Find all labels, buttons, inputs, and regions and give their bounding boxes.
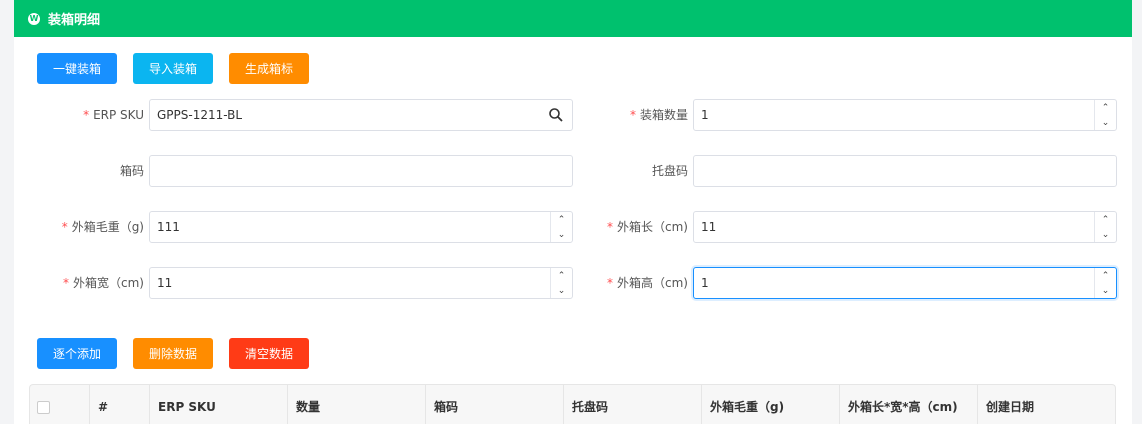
length-label: * 外箱长（cm) [607, 220, 688, 234]
gross-weight-stepper[interactable]: ⌃ ⌄ [550, 212, 572, 242]
one-click-pack-button[interactable]: 一键装箱 [37, 53, 117, 84]
col-erp-sku: ERP SKU [150, 385, 288, 424]
chevron-down-icon[interactable]: ⌄ [551, 227, 572, 242]
height-input[interactable] [694, 268, 1086, 298]
clear-data-button[interactable]: 清空数据 [229, 338, 309, 369]
chevron-down-icon[interactable]: ⌄ [1095, 283, 1116, 298]
required-mark: * [61, 220, 68, 234]
pallet-code-input[interactable] [694, 156, 1086, 186]
qty-stepper[interactable]: ⌃ ⌄ [1094, 100, 1116, 130]
chevron-down-icon[interactable]: ⌄ [1095, 227, 1116, 242]
import-pack-button[interactable]: 导入装箱 [133, 53, 213, 84]
height-label: * 外箱高（cm) [607, 276, 688, 290]
required-mark: * [63, 276, 70, 290]
gross-weight-field[interactable]: ⌃⌄ [149, 211, 573, 243]
chevron-up-icon[interactable]: ⌃ [551, 212, 572, 227]
chevron-down-icon[interactable]: ⌄ [1095, 115, 1116, 130]
packing-table: # ERP SKU 数量 箱码 托盘码 外箱毛重（g) 外箱长*宽*高（cm) … [29, 384, 1116, 424]
logo-icon: W [28, 12, 40, 25]
gross-weight-input[interactable] [150, 212, 542, 242]
width-field[interactable]: ⌃⌄ [149, 267, 573, 299]
chevron-up-icon[interactable]: ⌃ [1095, 100, 1116, 115]
required-mark: * [629, 108, 636, 122]
packing-panel: W 装箱明细 一键装箱 导入装箱 生成箱标 *ERP SKU *装箱数量 ⌃⌄ … [14, 0, 1132, 424]
col-index: # [90, 385, 150, 424]
search-icon[interactable] [548, 107, 564, 123]
erp-sku-label: * ERP SKU [83, 108, 144, 122]
chevron-up-icon[interactable]: ⌃ [1095, 268, 1116, 283]
qty-input[interactable] [694, 100, 1086, 130]
box-code-label: 箱码 [119, 164, 144, 178]
delete-data-button[interactable]: 删除数据 [133, 338, 213, 369]
col-pallet-code: 托盘码 [564, 385, 702, 424]
erp-sku-input[interactable] [150, 100, 542, 130]
chevron-up-icon[interactable]: ⌃ [1095, 212, 1116, 227]
pallet-code-label: 托盘码 [651, 164, 688, 178]
add-one-button[interactable]: 逐个添加 [37, 338, 117, 369]
qty-field[interactable]: ⌃⌄ [693, 99, 1117, 131]
width-input[interactable] [150, 268, 542, 298]
length-input[interactable] [694, 212, 1086, 242]
panel-header: W 装箱明细 [14, 0, 1132, 37]
required-mark: * [607, 276, 614, 290]
qty-label: * 装箱数量 [629, 108, 688, 122]
erp-sku-field[interactable] [149, 99, 573, 131]
col-dimensions: 外箱长*宽*高（cm) [840, 385, 978, 424]
chevron-up-icon[interactable]: ⌃ [551, 268, 572, 283]
col-gross-weight: 外箱毛重（g) [702, 385, 840, 424]
height-stepper[interactable]: ⌃ ⌄ [1094, 268, 1116, 298]
length-stepper[interactable]: ⌃ ⌄ [1094, 212, 1116, 242]
width-label: * 外箱宽（cm) [63, 276, 144, 290]
panel-title: 装箱明细 [48, 13, 101, 28]
select-all-checkbox[interactable] [37, 401, 50, 414]
height-field[interactable]: ⌃⌄ [693, 267, 1117, 299]
box-code-field[interactable] [149, 155, 573, 187]
length-field[interactable]: ⌃⌄ [693, 211, 1117, 243]
select-all-cell [30, 385, 90, 424]
chevron-down-icon[interactable]: ⌄ [551, 283, 572, 298]
col-created-date: 创建日期 [986, 400, 1035, 414]
pallet-code-field[interactable] [693, 155, 1117, 187]
box-code-input[interactable] [150, 156, 542, 186]
width-stepper[interactable]: ⌃ ⌄ [550, 268, 572, 298]
col-qty: 数量 [288, 385, 426, 424]
required-mark: * [607, 220, 614, 234]
gross-weight-label: * 外箱毛重（g) [61, 220, 144, 234]
required-mark: * [83, 108, 90, 122]
generate-box-label-button[interactable]: 生成箱标 [229, 53, 309, 84]
col-box-code: 箱码 [426, 385, 564, 424]
